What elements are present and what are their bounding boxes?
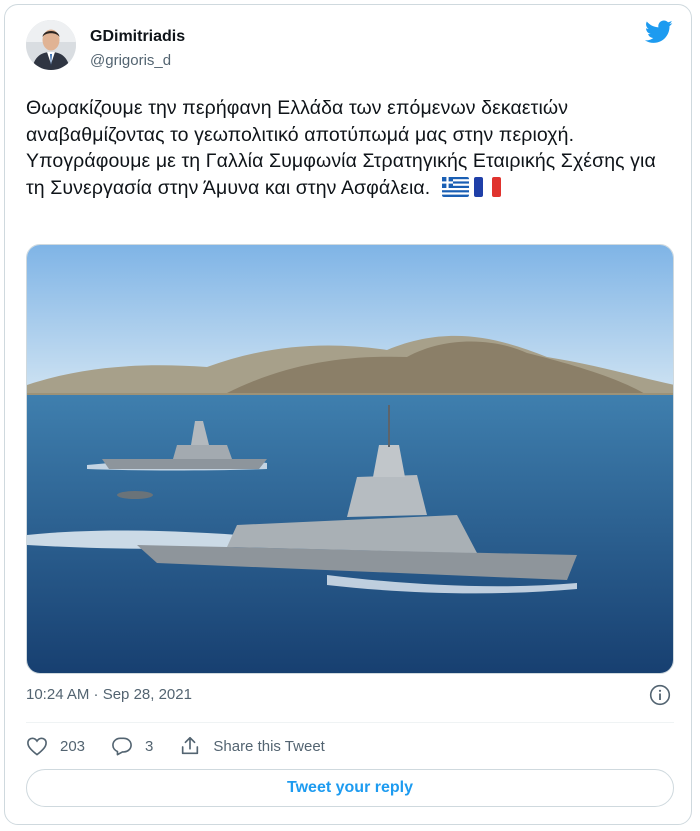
info-icon[interactable] [649, 684, 671, 706]
like-count: 203 [60, 737, 86, 755]
share-button[interactable]: Share this Tweet [179, 735, 325, 757]
action-bar: 203 3 Share this Tweet [26, 734, 351, 758]
avatar[interactable] [26, 20, 76, 70]
divider [26, 722, 674, 723]
tweet-your-reply-button[interactable]: Tweet your reply [26, 769, 674, 807]
twitter-bird-icon[interactable] [645, 20, 673, 44]
like-button[interactable]: 203 [26, 736, 85, 756]
timestamp[interactable]: 10:24 AM · Sep 28, 2021 [26, 686, 192, 703]
greece-flag [441, 176, 469, 197]
tweet-text: Θωρακίζουμε την περήφανη Ελλάδα των επόμ… [26, 95, 666, 204]
reply-count: 3 [145, 737, 154, 755]
reply-count-button[interactable]: 3 [111, 736, 153, 756]
france-flag [474, 176, 502, 197]
heart-icon [27, 737, 47, 756]
share-label: Share this Tweet [213, 737, 325, 755]
share-icon [182, 736, 199, 755]
reply-bubble-icon [112, 737, 132, 756]
display-name[interactable]: GDimitriadis [90, 28, 185, 46]
frigates-photo [27, 245, 673, 673]
tweet-body: Θωρακίζουμε την περήφανη Ελλάδα των επόμ… [26, 97, 656, 199]
tweet-image[interactable] [26, 244, 674, 674]
user-handle[interactable]: @grigoris_d [90, 52, 171, 69]
flag-emojis [441, 176, 502, 205]
